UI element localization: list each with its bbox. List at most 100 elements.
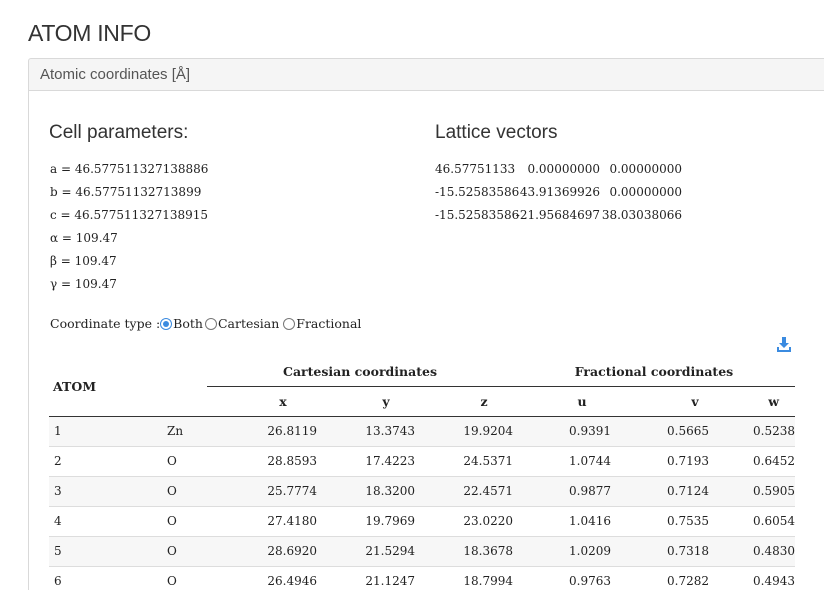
column-header-x: x xyxy=(279,393,287,409)
table-header-row: ATOM Cartesian coordinates Fractional co… xyxy=(49,358,795,394)
atom-element: O xyxy=(167,544,177,558)
lattice-cell: -15.52583586 xyxy=(435,208,520,222)
lattice-cell: -21.95684697 xyxy=(515,208,600,222)
cell-v: 0.7193 xyxy=(667,454,709,468)
radio-both-label[interactable]: Both xyxy=(173,316,203,331)
cell-w: 0.4830 xyxy=(753,544,795,558)
radio-fractional[interactable] xyxy=(283,317,296,330)
cell-w: 0.5905 xyxy=(753,484,795,498)
radio-both[interactable] xyxy=(160,317,173,330)
atom-element: Zn xyxy=(167,424,184,438)
table-row: 2 O 28.8593 17.4223 24.5371 1.0744 0.719… xyxy=(49,446,795,476)
cell-x: 25.7774 xyxy=(267,484,317,498)
cell-v: 0.7318 xyxy=(667,544,709,558)
table-row: 3 O 25.7774 18.3200 22.4571 0.9877 0.712… xyxy=(49,476,795,506)
cell-z: 22.4571 xyxy=(463,484,513,498)
column-header-w: w xyxy=(768,393,779,409)
column-header-z: z xyxy=(480,393,488,409)
cell-u: 1.0744 xyxy=(569,454,611,468)
cell-y: 21.1247 xyxy=(365,574,415,589)
lattice-row: -15.52583586 -21.95684697 38.03038066 xyxy=(435,204,682,227)
lattice-row: 46.57751133 0.00000000 0.00000000 xyxy=(435,158,682,181)
atom-element: O xyxy=(167,514,177,528)
panel-header-atomic-coordinates[interactable]: Atomic coordinates [Å] xyxy=(28,58,824,91)
table-row: 4 O 27.4180 19.7969 23.0220 1.0416 0.753… xyxy=(49,506,795,536)
cartesian-header: Cartesian coordinates xyxy=(207,358,513,387)
lattice-cell: 0.00000000 xyxy=(527,162,600,176)
radio-cartesian-label[interactable]: Cartesian xyxy=(218,316,279,331)
cell-z: 18.7994 xyxy=(463,574,513,589)
fractional-header: Fractional coordinates xyxy=(513,358,795,387)
cell-z: 24.5371 xyxy=(463,454,513,468)
table-row: 1 Zn 26.8119 13.3743 19.9204 0.9391 0.56… xyxy=(49,416,795,446)
radio-fractional-label[interactable]: Fractional xyxy=(296,316,361,331)
cell-z: 19.9204 xyxy=(463,424,513,438)
atom-id: 3 xyxy=(54,484,62,498)
cell-u: 0.9877 xyxy=(569,484,611,498)
cell-u: 1.0209 xyxy=(569,544,611,558)
cell-u: 1.0416 xyxy=(569,514,611,528)
atoms-table: ATOM Cartesian coordinates Fractional co… xyxy=(49,358,795,596)
atom-element: O xyxy=(167,574,177,589)
cell-z: 23.0220 xyxy=(463,514,513,528)
cell-x: 28.8593 xyxy=(267,454,317,468)
cell-y: 17.4223 xyxy=(365,454,415,468)
cell-x: 27.4180 xyxy=(267,514,317,528)
cell-x: 28.6920 xyxy=(267,544,317,558)
download-button[interactable] xyxy=(776,336,792,353)
cell-v: 0.5665 xyxy=(667,424,709,438)
atom-id: 1 xyxy=(54,424,62,438)
download-icon xyxy=(777,337,791,352)
atom-id: 5 xyxy=(54,544,62,558)
cell-param-a: a = 46.577511327138886 xyxy=(50,162,209,176)
cell-param-beta: β = 109.47 xyxy=(50,254,117,268)
cell-y: 18.3200 xyxy=(365,484,415,498)
column-header-u: u xyxy=(577,393,587,409)
cell-w: 0.4943 xyxy=(753,574,795,589)
atom-id: 2 xyxy=(54,454,62,468)
atom-element: O xyxy=(167,484,177,498)
column-header-v: v xyxy=(691,393,699,409)
cell-param-gamma: γ = 109.47 xyxy=(50,277,117,291)
cell-param-alpha: α = 109.47 xyxy=(50,231,118,245)
coordinate-type-selector: Coordinate type : Both Cartesian Fractio… xyxy=(50,316,361,331)
lattice-vectors-grid: 46.57751133 0.00000000 0.00000000 -15.52… xyxy=(435,158,682,227)
cell-parameters-heading: Cell parameters: xyxy=(49,122,189,143)
atom-header: ATOM xyxy=(53,379,97,395)
column-header-y: y xyxy=(382,393,390,409)
cell-v: 0.7282 xyxy=(667,574,709,589)
lattice-cell: -15.52583586 xyxy=(435,185,520,199)
atom-id: 6 xyxy=(54,574,62,589)
cell-w: 0.5238 xyxy=(753,424,795,438)
cell-v: 0.7124 xyxy=(667,484,709,498)
cell-v: 0.7535 xyxy=(667,514,709,528)
cell-param-c: c = 46.577511327138915 xyxy=(50,208,209,222)
cell-u: 0.9391 xyxy=(569,424,611,438)
cell-w: 0.6452 xyxy=(753,454,795,468)
radio-cartesian[interactable] xyxy=(204,317,217,330)
lattice-cell: 43.91369926 xyxy=(519,185,600,199)
cell-w: 0.6054 xyxy=(753,514,795,528)
table-row: 6 O 26.4946 21.1247 18.7994 0.9763 0.728… xyxy=(49,566,795,596)
atom-id: 4 xyxy=(54,514,62,528)
cell-parameters-list: a = 46.577511327138886 b = 46.5775113271… xyxy=(50,158,208,296)
atom-element: O xyxy=(167,454,177,468)
coordinate-type-label: Coordinate type : xyxy=(50,316,161,331)
table-row: 5 O 28.6920 21.5294 18.3678 1.0209 0.731… xyxy=(49,536,795,566)
lattice-cell: 38.03038066 xyxy=(601,208,682,222)
cell-y: 19.7969 xyxy=(365,514,415,528)
lattice-row: -15.52583586 43.91369926 0.00000000 xyxy=(435,181,682,204)
cell-x: 26.8119 xyxy=(267,424,317,438)
lattice-cell: 46.57751133 xyxy=(435,162,516,176)
cell-x: 26.4946 xyxy=(267,574,317,589)
page-title: ATOM INFO xyxy=(28,20,151,46)
cell-z: 18.3678 xyxy=(463,544,513,558)
lattice-vectors-heading: Lattice vectors xyxy=(435,122,558,143)
cell-param-b: b = 46.57751132713899 xyxy=(50,185,202,199)
panel-header-label: Atomic coordinates [Å] xyxy=(40,66,191,83)
cell-u: 0.9763 xyxy=(569,574,611,589)
cell-y: 13.3743 xyxy=(365,424,415,438)
lattice-cell: 0.00000000 xyxy=(609,185,682,199)
cell-y: 21.5294 xyxy=(365,544,415,558)
lattice-cell: 0.00000000 xyxy=(609,162,682,176)
